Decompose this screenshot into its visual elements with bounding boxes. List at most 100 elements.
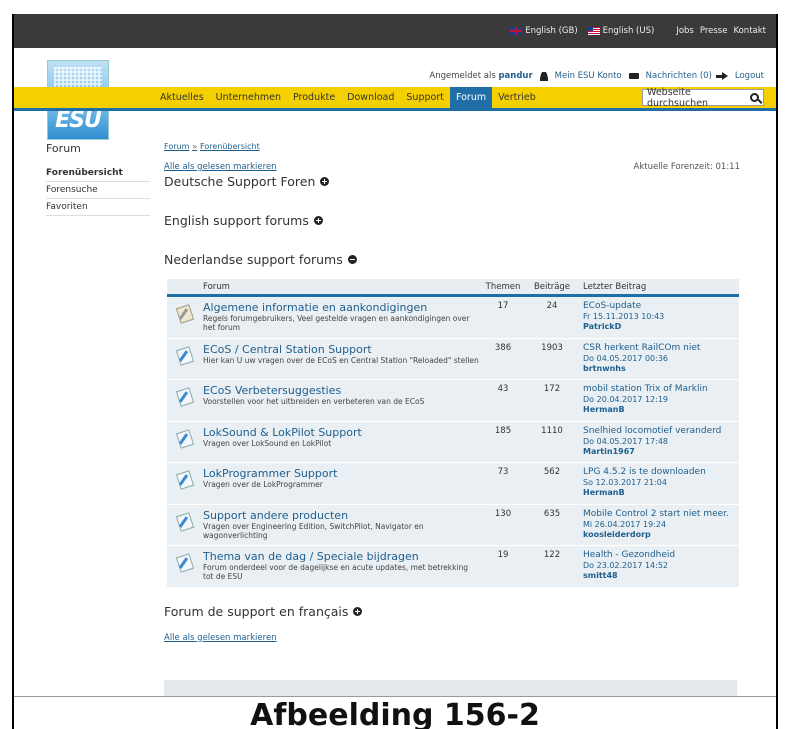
- forum-title-link[interactable]: Thema van de dag / Speciale bijdragen: [203, 550, 479, 563]
- forum-topic-count: 43: [497, 384, 509, 394]
- last-post-link[interactable]: Health - Gezondheid: [583, 550, 739, 561]
- forum-unread-icon: [176, 554, 194, 570]
- nav-vertrieb[interactable]: Vertrieb: [492, 87, 542, 108]
- table-header: Forum Themen Beiträge Letzter Beitrag: [167, 279, 739, 297]
- category-de[interactable]: Deutsche Support Foren: [164, 174, 740, 189]
- col-beitraege: Beiträge: [533, 281, 571, 292]
- last-post-date: Mi 26.04.2017 19:24: [583, 519, 667, 529]
- uk-flag-icon: [510, 27, 523, 35]
- breadcrumb-forum[interactable]: Forum: [164, 142, 189, 151]
- last-post-link[interactable]: Snelhied locomotief veranderd: [583, 426, 739, 437]
- forum-topic-count: 19: [497, 550, 509, 560]
- logo-text: ESU: [55, 108, 102, 133]
- nav-download[interactable]: Download: [341, 87, 400, 108]
- col-forum: Forum: [203, 281, 230, 292]
- last-post-date: Do 23.02.2017 14:52: [583, 561, 668, 570]
- forum-topic-count: 386: [494, 342, 512, 353]
- table-row: Support andere producten Vragen over Engi…: [167, 504, 739, 546]
- table-row: ECoS / Central Station Support Hier kan U…: [167, 338, 739, 380]
- last-post-user[interactable]: brtnwnhs: [583, 364, 739, 374]
- category-fr[interactable]: Forum de support en français: [164, 604, 740, 619]
- table-row: Algemene informatie en aankondigingen Reg…: [167, 297, 739, 339]
- presse-link[interactable]: Presse: [700, 26, 728, 36]
- caption-divider: [14, 696, 776, 697]
- last-post-link[interactable]: Mobile Control 2 start niet meer.: [583, 509, 739, 520]
- sidebar-item-forensuche[interactable]: Forensuche: [46, 182, 150, 199]
- mark-read-link-bottom[interactable]: Alle als gelesen markieren: [164, 633, 740, 643]
- account-link[interactable]: Mein ESU Konto: [555, 71, 622, 81]
- mark-read-link-top[interactable]: Alle als gelesen markieren: [164, 162, 277, 172]
- last-post-link[interactable]: ECoS-update: [583, 301, 739, 312]
- forum-post-count: 1110: [541, 425, 563, 436]
- last-post-date: Fr 15.11.2013 10:43: [583, 312, 665, 321]
- category-nl[interactable]: Nederlandse support forums: [164, 252, 740, 267]
- sidebar-item-forenuebersicht[interactable]: Forenübersicht: [46, 165, 150, 182]
- forum-post-count: 635: [543, 508, 561, 519]
- forum-unread-icon: [176, 430, 194, 446]
- forum-table: Forum Themen Beiträge Letzter Beitrag Al…: [167, 279, 739, 588]
- last-post-user[interactable]: HermanB: [583, 488, 739, 498]
- breadcrumb: Forum » Forenübersicht: [164, 142, 740, 152]
- figure-caption: Afbeelding 156-2: [250, 698, 540, 729]
- expand-icon[interactable]: [320, 177, 330, 186]
- forum-post-count: 24: [546, 301, 558, 311]
- username[interactable]: pandur: [498, 71, 532, 81]
- forum-description: Vragen over de LokProgrammer: [203, 480, 323, 489]
- last-post-user[interactable]: koosleiderdorp: [583, 530, 739, 540]
- forum-unread-icon: [176, 513, 194, 529]
- lang-gb-link[interactable]: English (GB): [510, 26, 578, 36]
- forum-title-link[interactable]: ECoS Verbetersuggesties: [203, 384, 479, 397]
- forum-post-count: 1903: [541, 342, 563, 353]
- last-post-user[interactable]: PatrickD: [583, 322, 739, 332]
- nav-support[interactable]: Support: [400, 87, 450, 108]
- collapse-icon[interactable]: [347, 255, 357, 264]
- us-flag-icon: [587, 27, 600, 35]
- last-post-date: So 12.03.2017 21:04: [583, 478, 667, 487]
- forum-post-count: 562: [543, 467, 561, 477]
- last-post-user[interactable]: smitt48: [583, 571, 739, 581]
- last-post-user[interactable]: HermanB: [583, 405, 739, 415]
- nav-aktuelles[interactable]: Aktuelles: [154, 87, 210, 108]
- lang-us-link[interactable]: English (US): [587, 26, 655, 36]
- main-nav-bar: Aktuelles Unternehmen Produkte Download …: [14, 87, 776, 111]
- forum-title-link[interactable]: Algemene informatie en aankondigingen: [203, 301, 479, 314]
- kontakt-link[interactable]: Kontakt: [733, 26, 766, 36]
- main-nav: Aktuelles Unternehmen Produkte Download …: [154, 87, 542, 108]
- forum-title-link[interactable]: Support andere producten: [203, 509, 479, 522]
- sidebar-item-favoriten[interactable]: Favoriten: [46, 199, 150, 216]
- last-post-date: Do 20.04.2017 12:19: [583, 395, 668, 404]
- user-icon: [539, 71, 548, 81]
- logout-arrow-icon: [715, 72, 728, 80]
- forum-title-link[interactable]: ECoS / Central Station Support: [203, 343, 479, 356]
- top-line: Alle als gelesen markieren Aktuelle Fore…: [164, 162, 740, 172]
- last-post-link[interactable]: mobil station Trix of Marklin: [583, 384, 739, 395]
- category-nl-title: Nederlandse support forums: [164, 252, 343, 267]
- category-en[interactable]: English support forums: [164, 213, 740, 228]
- last-post-link[interactable]: LPG 4.5.2 is te downloaden: [583, 467, 739, 478]
- forum-title-link[interactable]: LokSound & LokPilot Support: [203, 426, 479, 439]
- search-placeholder: Webseite durchsuchen: [647, 86, 709, 109]
- last-post-date: Do 04.05.2017 00:36: [583, 353, 668, 363]
- user-bar: Angemeldet als pandur Mein ESU Konto Nac…: [429, 71, 764, 81]
- breadcrumb-sep: »: [192, 142, 198, 151]
- search-icon[interactable]: [750, 93, 759, 102]
- forum-title-link[interactable]: LokProgrammer Support: [203, 467, 479, 480]
- nav-forum[interactable]: Forum: [449, 87, 493, 108]
- expand-icon[interactable]: [313, 216, 323, 225]
- last-post-user[interactable]: Martin1967: [583, 447, 739, 457]
- forum-description: Forum onderdeel voor de dagelijkse en ac…: [203, 563, 469, 581]
- search-input[interactable]: Webseite durchsuchen: [642, 86, 764, 109]
- jobs-link[interactable]: Jobs: [676, 26, 694, 36]
- lang-us-label: English (US): [602, 26, 655, 36]
- expand-icon[interactable]: [353, 606, 363, 616]
- nav-produkte[interactable]: Produkte: [287, 87, 341, 108]
- last-post-link[interactable]: CSR herkent RailCOm niet: [583, 343, 739, 354]
- col-last-post: Letzter Beitrag: [583, 281, 647, 292]
- nav-unternehmen[interactable]: Unternehmen: [210, 87, 287, 108]
- logout-link[interactable]: Logout: [735, 71, 764, 81]
- breadcrumb-current[interactable]: Forenübersicht: [200, 142, 260, 151]
- table-row: ECoS Verbetersuggesties Voorstellen voor …: [167, 380, 739, 422]
- forum-post-count: 122: [543, 550, 561, 560]
- col-themen: Themen: [485, 281, 521, 292]
- messages-link[interactable]: Nachrichten (0): [646, 71, 712, 81]
